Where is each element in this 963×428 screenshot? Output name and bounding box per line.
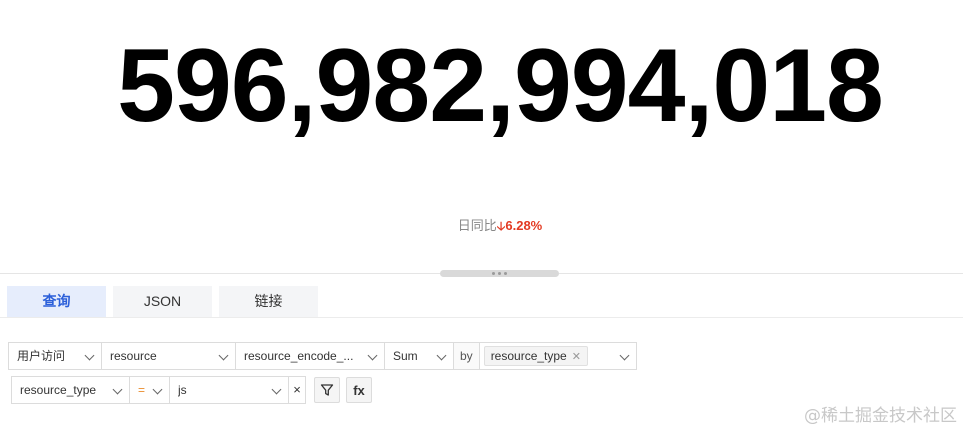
measure-select-value: resource [110,349,157,363]
handle-dot-icon [504,272,507,275]
watermark: @稀土掘金技术社区 [804,406,957,426]
filter-value-select[interactable]: js [169,376,289,404]
tab-link[interactable]: 链接 [219,286,318,317]
aggregation-select[interactable]: Sum [384,342,454,370]
tabs-divider [0,317,963,318]
aggregation-select-value: Sum [393,349,418,363]
filter-icon [320,384,334,396]
field-select[interactable]: resource_encode_... [235,342,385,370]
compare-label: 日同比 [457,218,497,233]
function-button[interactable]: fx [346,377,372,403]
handle-dot-icon [492,272,495,275]
dashboard-panel: 596,982,994,018 日同比🡣6.28% 查询 JSON 链接 用户访… [0,0,963,428]
field-select-value: resource_encode_... [244,349,354,363]
add-filter-button[interactable] [314,377,340,403]
filter-field-select[interactable]: resource_type [11,376,130,404]
resize-handle[interactable] [440,270,559,277]
handle-dot-icon [498,272,501,275]
chevron-down-icon [152,384,163,395]
group-by-select[interactable]: resource_type ✕ [478,342,637,370]
filter-value-text: js [178,383,187,397]
chevron-down-icon [367,350,378,361]
filter-operator-select[interactable]: = [129,376,170,404]
source-select-value: 用户访问 [17,349,66,363]
group-by-tag-label: resource_type [490,349,567,363]
chevron-down-icon [619,350,630,361]
source-select[interactable]: 用户访问 [8,342,102,370]
metric-comparison: 日同比🡣6.28% [0,217,963,235]
chevron-down-icon [84,350,95,361]
compare-value: 6.28% [505,218,543,233]
metric-value: 596,982,994,018 [117,28,884,144]
query-row: 用户访问 resource resource_encode_... Sum by… [8,342,637,370]
filter-clear-button[interactable]: × [288,376,306,404]
chevron-down-icon [112,384,123,395]
chevron-down-icon [271,384,282,395]
filter-operator-value: = [138,383,146,397]
chevron-down-icon [218,350,229,361]
chevron-down-icon [436,350,447,361]
group-by-tag: resource_type ✕ [483,346,588,366]
filter-row: resource_type = js × fx [11,376,372,404]
tab-query[interactable]: 查询 [7,286,106,317]
measure-select[interactable]: resource [101,342,236,370]
close-icon[interactable]: ✕ [572,351,581,363]
filter-field-value: resource_type [20,383,97,397]
tab-json[interactable]: JSON [113,286,212,317]
editor-tabs: 查询 JSON 链接 [7,286,318,317]
by-label: by [453,342,480,370]
